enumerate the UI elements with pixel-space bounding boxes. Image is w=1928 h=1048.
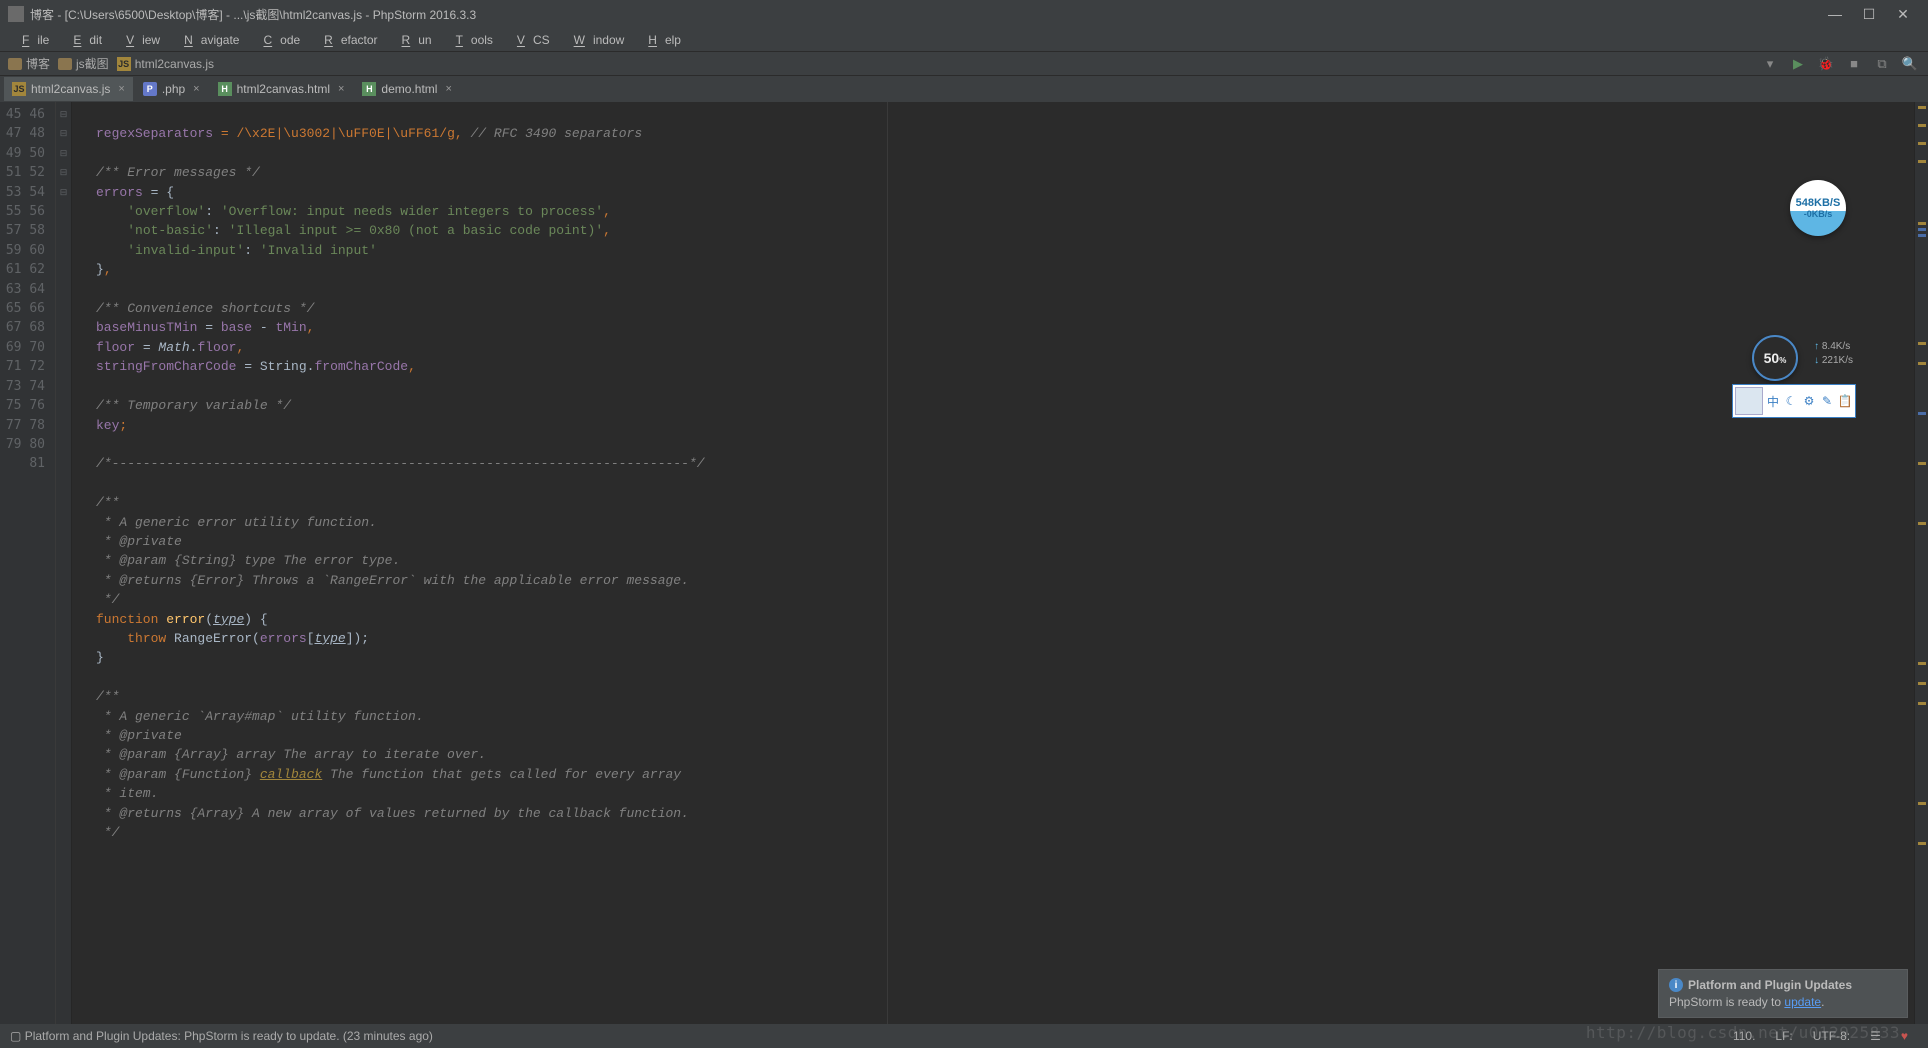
info-icon: i — [1669, 978, 1683, 992]
ime-moon-icon[interactable]: ☾ — [1783, 393, 1799, 409]
close-icon[interactable]: × — [193, 83, 199, 95]
html-file-icon: H — [218, 82, 232, 96]
close-icon[interactable]: × — [118, 83, 124, 95]
menu-item[interactable]: Refactor — [308, 33, 385, 47]
breadcrumb[interactable]: JShtml2canvas.js — [117, 57, 214, 71]
menu-item[interactable]: Tools — [440, 33, 501, 47]
status-icon: ▢ — [10, 1029, 21, 1043]
debug-icon[interactable]: 🐞 — [1816, 54, 1836, 74]
minimize-button[interactable]: — — [1818, 6, 1852, 22]
menu-bar: FileEditViewNavigateCodeRefactorRunTools… — [0, 28, 1928, 52]
php-file-icon: P — [143, 82, 157, 96]
tab-php[interactable]: P.php× — [135, 77, 208, 101]
status-message: Platform and Plugin Updates: PhpStorm is… — [25, 1029, 433, 1043]
tab-demo-html[interactable]: Hdemo.html× — [354, 77, 459, 101]
breadcrumb[interactable]: 博客 — [8, 55, 50, 72]
run-icon[interactable]: ▶ — [1788, 54, 1808, 74]
close-icon[interactable]: × — [445, 83, 451, 95]
ime-lang-button[interactable]: 中 — [1765, 393, 1781, 409]
watermark: http://blog.csdn.net/u012925833 — [1586, 1023, 1900, 1042]
ime-gear-icon[interactable]: ⚙ — [1801, 393, 1817, 409]
js-file-icon: JS — [117, 57, 131, 71]
app-icon — [8, 6, 24, 22]
tab-html2canvas-js[interactable]: JShtml2canvas.js× — [4, 77, 133, 101]
notification-popup[interactable]: i Platform and Plugin Updates PhpStorm is… — [1658, 969, 1908, 1018]
update-link[interactable]: update — [1784, 995, 1821, 1009]
avatar — [1735, 387, 1763, 415]
menu-item[interactable]: View — [110, 33, 168, 47]
close-button[interactable]: ✕ — [1886, 6, 1920, 23]
ime-toolbar[interactable]: 中 ☾ ⚙ ✎ 📋 — [1732, 384, 1856, 418]
speed-readout: ↑ 8.4K/s ↓ 221K/s — [1814, 340, 1853, 368]
title-bar: 博客 - [C:\Users\6500\Desktop\博客] - ...\js… — [0, 0, 1928, 28]
marker-bar[interactable] — [1914, 102, 1928, 1024]
line-number-gutter: 45 46 47 48 49 50 51 52 53 54 55 56 57 5… — [0, 102, 56, 1024]
menu-item[interactable]: Edit — [57, 33, 110, 47]
menu-item[interactable]: File — [6, 33, 57, 47]
menu-item[interactable]: VCS — [501, 33, 558, 47]
close-icon[interactable]: × — [338, 83, 344, 95]
editor-area[interactable]: 45 46 47 48 49 50 51 52 53 54 55 56 57 5… — [0, 102, 1928, 1024]
maximize-button[interactable]: ☐ — [1852, 6, 1886, 23]
notification-title: Platform and Plugin Updates — [1688, 978, 1852, 992]
breadcrumb[interactable]: js截图 — [58, 55, 109, 72]
dropdown-icon[interactable]: ▾ — [1760, 54, 1780, 74]
menu-item[interactable]: Run — [386, 33, 440, 47]
breadcrumb-bar: 博客 js截图 JShtml2canvas.js ▾ ▶ 🐞 ■ ⧉ 🔍 — [0, 52, 1928, 76]
ime-clipboard-icon[interactable]: 📋 — [1837, 393, 1853, 409]
window-title: 博客 - [C:\Users\6500\Desktop\博客] - ...\js… — [30, 6, 476, 23]
html-file-icon: H — [362, 82, 376, 96]
notification-body: PhpStorm is ready to update. — [1669, 995, 1897, 1009]
cpu-widget[interactable]: 50% — [1752, 335, 1798, 381]
menu-item[interactable]: Navigate — [168, 33, 247, 47]
network-speed-widget[interactable]: 548KB/S -0KB/s — [1790, 180, 1846, 236]
menu-item[interactable]: Help — [632, 33, 689, 47]
menu-item[interactable]: Window — [558, 33, 633, 47]
js-file-icon: JS — [12, 82, 26, 96]
fold-column[interactable]: ⊟ ⊟ ⊟ ⊟ ⊟ — [56, 102, 72, 1024]
stop-icon[interactable]: ■ — [1844, 54, 1864, 74]
folder-icon — [58, 58, 72, 70]
menu-item[interactable]: Code — [247, 33, 308, 47]
code-content[interactable]: regexSeparators = /\x2E|\u3002|\uFF0E|\u… — [72, 102, 1914, 1024]
layout-icon[interactable]: ⧉ — [1872, 54, 1892, 74]
editor-tabs: JShtml2canvas.js× P.php× Hhtml2canvas.ht… — [0, 76, 1928, 102]
search-icon[interactable]: 🔍 — [1900, 54, 1920, 74]
folder-icon — [8, 58, 22, 70]
tab-html2canvas-html[interactable]: Hhtml2canvas.html× — [210, 77, 353, 101]
right-margin-line — [887, 102, 888, 1024]
ime-edit-icon[interactable]: ✎ — [1819, 393, 1835, 409]
